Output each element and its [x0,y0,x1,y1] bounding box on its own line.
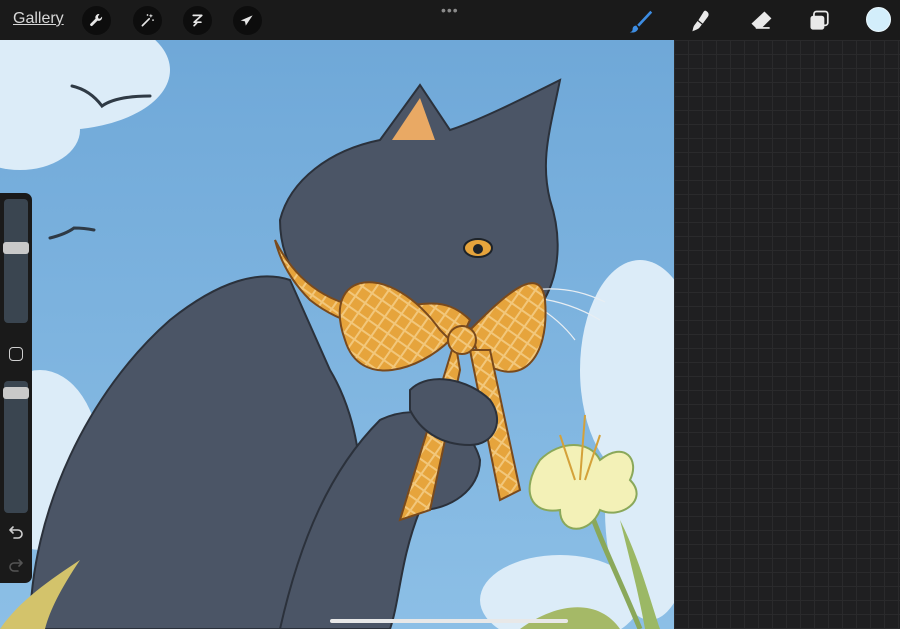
procreate-app: Gallery ••• [0,0,900,629]
artwork-cat-with-bow [0,40,674,629]
left-sidebar [0,193,32,583]
selection-button[interactable] [183,6,212,35]
drawing-canvas[interactable] [0,40,674,629]
opacity-thumb[interactable] [3,387,29,399]
modify-button[interactable] [9,347,23,361]
redo-icon[interactable] [8,557,24,573]
eraser-tool[interactable] [746,6,776,36]
layers-button[interactable] [805,6,835,36]
move-arrow-icon [240,15,253,26]
undo-icon[interactable] [8,524,24,540]
paint-tool[interactable] [626,6,656,36]
brush-size-slider[interactable] [4,199,28,323]
opacity-slider[interactable] [4,381,28,513]
wrench-icon [90,14,103,27]
empty-workspace [674,40,900,629]
more-options-dots[interactable]: ••• [441,2,459,18]
transform-button[interactable] [233,6,262,35]
smudge-icon [692,10,709,32]
home-indicator[interactable] [330,619,568,623]
color-picker-swatch[interactable] [866,7,891,32]
selection-icon [192,14,203,27]
brush-icon [629,10,653,33]
gallery-button[interactable]: Gallery [13,10,64,28]
smudge-tool[interactable] [686,6,716,36]
magic-wand-icon [141,13,154,27]
top-toolbar: Gallery ••• [0,0,900,40]
brush-size-thumb[interactable] [3,241,29,254]
adjustments-button[interactable] [133,6,162,35]
eraser-icon [751,11,772,29]
layers-icon [810,10,829,30]
actions-button[interactable] [82,6,111,35]
